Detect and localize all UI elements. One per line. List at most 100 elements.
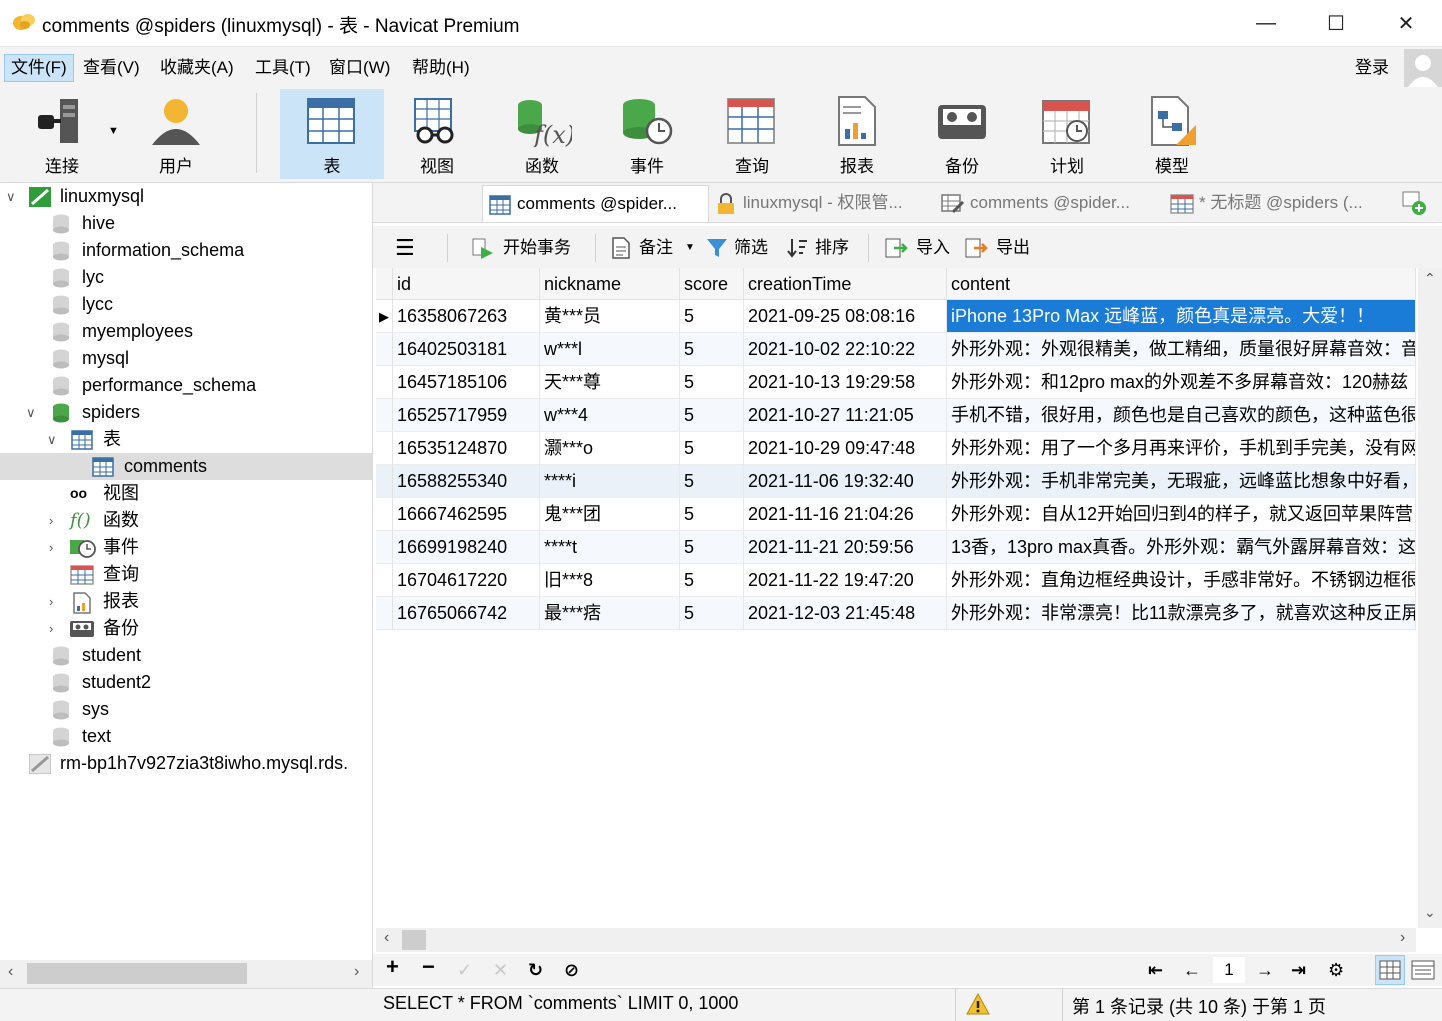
expand-arrow-icon[interactable]: › — [49, 534, 53, 561]
expand-arrow-icon[interactable]: › — [49, 507, 53, 534]
cell-score[interactable]: 5 — [680, 597, 744, 630]
column-header-nickname[interactable]: nickname — [540, 268, 680, 300]
cell-creationtime[interactable]: 2021-09-25 08:08:16 — [744, 300, 947, 333]
cell-creationtime[interactable]: 2021-10-27 11:21:05 — [744, 399, 947, 432]
tree-queries-node[interactable]: 查询 — [0, 561, 372, 588]
cell-id[interactable]: 16704617220 — [393, 564, 540, 597]
cell-score[interactable]: 5 — [680, 564, 744, 597]
add-record-icon[interactable]: + — [386, 955, 399, 979]
cell-id[interactable]: 16402503181 — [393, 333, 540, 366]
maximize-button[interactable]: ☐ — [1301, 0, 1371, 46]
cell-nickname[interactable]: 灏***o — [540, 432, 680, 465]
tree-tables-node[interactable]: ∨ 表 — [0, 426, 372, 453]
login-link[interactable]: 登录 — [1349, 55, 1395, 81]
menu-window[interactable]: 窗口(W) — [323, 55, 396, 81]
cell-content[interactable]: 外形外观：自从12开始回归到4的样子，就又返回苹果阵营 — [947, 498, 1416, 531]
collapse-arrow-icon[interactable]: ∨ — [47, 426, 57, 453]
row-indicator[interactable] — [376, 498, 393, 531]
tree-database-item[interactable]: performance_schema — [0, 372, 372, 399]
cell-content[interactable]: 外形外观：直角边框经典设计，手感非常好。不锈钢边框很 — [947, 564, 1416, 597]
close-button[interactable]: ✕ — [1371, 0, 1441, 46]
tree-database-spiders[interactable]: ∨ spiders — [0, 399, 372, 426]
cell-creationtime[interactable]: 2021-10-13 19:29:58 — [744, 366, 947, 399]
menu-file[interactable]: 文件(F) — [4, 54, 74, 82]
model-button[interactable]: 模型 — [1120, 89, 1224, 179]
cell-nickname[interactable]: 旧***8 — [540, 564, 680, 597]
tab-privileges[interactable]: linuxmysql - 权限管... — [710, 185, 930, 221]
cell-nickname[interactable]: w***l — [540, 333, 680, 366]
connect-button[interactable]: ▼ 连接 — [10, 89, 119, 179]
grid-horizontal-scrollbar[interactable]: ‹ › — [376, 928, 1416, 952]
cell-nickname[interactable]: 最***痞 — [540, 597, 680, 630]
table-row[interactable]: ▶ 16358067263 黄***员 5 2021-09-25 08:08:16 iPh… — [376, 300, 1416, 333]
page-number-input[interactable]: 1 — [1213, 957, 1245, 983]
cell-content[interactable]: 手机不错，很好用，颜色也是自己喜欢的颜色，这种蓝色很 — [947, 399, 1416, 432]
cell-content[interactable]: 外形外观：和12pro max的外观差不多屏幕音效：120赫兹 — [947, 366, 1416, 399]
cell-nickname[interactable]: ****t — [540, 531, 680, 564]
row-indicator[interactable] — [376, 597, 393, 630]
last-page-icon[interactable]: ⇥ — [1291, 958, 1306, 982]
tree-database-item[interactable]: lycc — [0, 291, 372, 318]
row-indicator[interactable]: ▶ — [376, 300, 393, 333]
next-page-icon[interactable]: → — [1256, 958, 1274, 982]
tree-functions-node[interactable]: › f() 函数 — [0, 507, 372, 534]
column-header-score[interactable]: score — [680, 268, 744, 300]
scrollbar-thumb[interactable] — [27, 963, 247, 984]
cell-id[interactable]: 16358067263 — [393, 300, 540, 333]
cell-id[interactable]: 16457185106 — [393, 366, 540, 399]
tree-table-comments[interactable]: comments — [0, 453, 372, 480]
delete-record-icon[interactable]: − — [422, 955, 435, 979]
tree-views-node[interactable]: oo 视图 — [0, 480, 372, 507]
menu-help[interactable]: 帮助(H) — [406, 55, 476, 81]
tree-database-item[interactable]: mysql — [0, 345, 372, 372]
form-view-icon[interactable] — [1409, 956, 1437, 984]
cell-score[interactable]: 5 — [680, 366, 744, 399]
expand-arrow-icon[interactable]: › — [49, 615, 53, 642]
tree-database-item[interactable]: text — [0, 723, 372, 750]
stop-icon[interactable]: ⊘ — [564, 958, 579, 982]
discard-changes-icon[interactable]: ✕ — [493, 958, 508, 982]
grid-vertical-scrollbar[interactable]: ⌃ ⌄ — [1418, 268, 1442, 928]
collapse-arrow-icon[interactable]: ∨ — [6, 183, 16, 210]
cell-creationtime[interactable]: 2021-11-16 21:04:26 — [744, 498, 947, 531]
backup-button[interactable]: 备份 — [910, 89, 1014, 179]
function-button[interactable]: f(x) 函数 — [490, 89, 594, 179]
menu-favorites[interactable]: 收藏夹(A) — [154, 55, 240, 81]
table-row[interactable]: 16588255340 ****i 5 2021-11-06 19:32:40 外形外观… — [376, 465, 1416, 498]
cell-score[interactable]: 5 — [680, 465, 744, 498]
cell-content[interactable]: 外形外观：外观很精美，做工精细，质量很好屏幕音效：音 — [947, 333, 1416, 366]
tree-connection-rds[interactable]: rm-bp1h7v927zia3t8iwho.mysql.rds. — [0, 750, 372, 777]
event-button[interactable]: 事件 — [595, 89, 699, 179]
tree-database-item[interactable]: sys — [0, 696, 372, 723]
tab-comments-design[interactable]: comments @spider... — [936, 185, 1161, 221]
cell-score[interactable]: 5 — [680, 333, 744, 366]
table-button[interactable]: 表 — [280, 89, 384, 179]
tree-database-item[interactable]: myemployees — [0, 318, 372, 345]
cell-id[interactable]: 16535124870 — [393, 432, 540, 465]
tree-database-item[interactable]: student2 — [0, 669, 372, 696]
cell-score[interactable]: 5 — [680, 432, 744, 465]
scroll-up-arrow-icon[interactable]: ⌃ — [1424, 270, 1436, 287]
view-button[interactable]: 视图 — [385, 89, 489, 179]
tab-comments-active[interactable]: comments @spider... — [482, 185, 709, 222]
scroll-down-arrow-icon[interactable]: ⌄ — [1424, 904, 1436, 921]
table-row[interactable]: 16765066742 最***痞 5 2021-12-03 21:45:48 外形外观… — [376, 597, 1416, 630]
settings-gear-icon[interactable]: ⚙ — [1328, 958, 1344, 982]
row-indicator[interactable] — [376, 465, 393, 498]
row-indicator[interactable] — [376, 432, 393, 465]
cell-score[interactable]: 5 — [680, 300, 744, 333]
cell-content[interactable]: 13香，13pro max真香。外形外观：霸气外露屏幕音效：这 — [947, 531, 1416, 564]
schedule-button[interactable]: 计划 — [1015, 89, 1119, 179]
expand-arrow-icon[interactable]: › — [49, 588, 53, 615]
new-tab-icon[interactable] — [1401, 190, 1427, 216]
minimize-button[interactable]: — — [1231, 0, 1301, 46]
tree-database-item[interactable]: hive — [0, 210, 372, 237]
scroll-right-arrow-icon[interactable]: › — [1400, 929, 1405, 947]
scroll-left-arrow-icon[interactable]: ‹ — [8, 963, 13, 981]
cell-nickname[interactable]: w***4 — [540, 399, 680, 432]
cell-id[interactable]: 16699198240 — [393, 531, 540, 564]
column-header-content[interactable]: content — [947, 268, 1416, 300]
tree-horizontal-scrollbar[interactable]: ‹ › — [0, 960, 372, 988]
row-indicator[interactable] — [376, 564, 393, 597]
apply-changes-icon[interactable]: ✓ — [457, 958, 472, 982]
